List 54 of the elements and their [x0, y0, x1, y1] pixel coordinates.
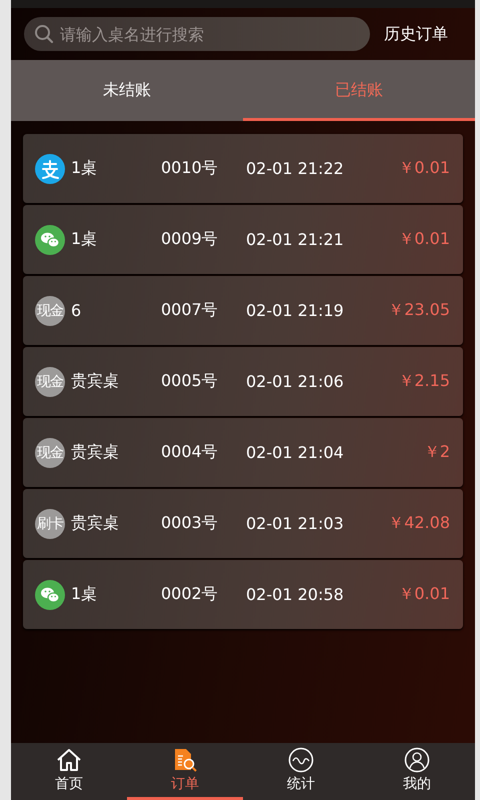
- order-number: 0005号: [161, 371, 219, 392]
- payment-badge: 现金: [35, 296, 65, 326]
- table-name: 1桌: [71, 229, 98, 250]
- order-number: 0010号: [161, 158, 219, 179]
- order-time: 02-01 21:03: [246, 514, 344, 533]
- order-time: 02-01 21:04: [246, 443, 344, 462]
- table-name: 贵宾桌: [71, 371, 120, 392]
- wave-chart-icon: [288, 747, 314, 773]
- table-name: 贵宾桌: [71, 442, 120, 463]
- nav-tab[interactable]: 统计: [243, 743, 359, 800]
- order-card[interactable]: 1桌 0002号 02-01 20:58 ￥0.01: [23, 560, 463, 629]
- order-amount: ￥23.05: [388, 300, 450, 321]
- payment-badge: 现金: [35, 438, 65, 468]
- payment-badge: 刷卡: [35, 508, 65, 538]
- order-time: 02-01 21:21: [246, 230, 344, 249]
- order-amount: ￥0.01: [398, 584, 450, 605]
- history-orders-button[interactable]: 历史订单: [384, 24, 448, 44]
- order-amount: ￥0.01: [398, 158, 450, 179]
- table-name: 1桌: [71, 584, 98, 605]
- chat-bubbles-icon: [35, 224, 65, 254]
- user-icon: [404, 747, 430, 773]
- order-amount: ￥0.01: [398, 229, 450, 250]
- order-number: 0007号: [161, 300, 219, 321]
- nav-tab[interactable]: 订单: [127, 743, 243, 800]
- alipay-icon: [35, 154, 65, 184]
- nav-tab[interactable]: 首页: [11, 743, 127, 800]
- chat-bubbles-icon: [35, 580, 65, 610]
- order-time: 02-01 21:06: [246, 372, 344, 391]
- order-number: 0002号: [161, 584, 219, 605]
- table-name: 1桌: [71, 158, 98, 179]
- order-number: 0004号: [161, 442, 219, 463]
- table-name: 6: [71, 301, 82, 320]
- nav-tab[interactable]: 我的: [359, 743, 475, 800]
- order-number: 0003号: [161, 513, 219, 534]
- home-icon: [56, 747, 82, 773]
- search-icon: [34, 24, 54, 44]
- order-number: 0009号: [161, 229, 219, 250]
- order-time: 02-01 21:22: [246, 159, 344, 178]
- order-amount: ￥42.08: [388, 513, 450, 534]
- order-card[interactable]: 1桌 0010号 02-01 21:22 ￥0.01: [23, 134, 463, 203]
- order-card[interactable]: 现金 贵宾桌 0004号 02-01 21:04 ￥2: [23, 418, 463, 487]
- payment-badge: 现金: [35, 366, 65, 396]
- order-card[interactable]: 现金 6 0007号 02-01 21:19 ￥23.05: [23, 276, 463, 345]
- order-time: 02-01 21:19: [246, 301, 344, 320]
- order-amount: ￥2: [424, 442, 450, 463]
- order-card[interactable]: 刷卡 贵宾桌 0003号 02-01 21:03 ￥42.08: [23, 489, 463, 558]
- order-amount: ￥2.15: [398, 371, 450, 392]
- order-card[interactable]: 现金 贵宾桌 0005号 02-01 21:06 ￥2.15: [23, 347, 463, 416]
- order-time: 02-01 20:58: [246, 585, 344, 604]
- search-field[interactable]: 请输入桌名进行搜索: [24, 17, 370, 51]
- table-name: 贵宾桌: [71, 513, 120, 534]
- tab[interactable]: 未结账: [11, 60, 243, 121]
- order-card[interactable]: 1桌 0009号 02-01 21:21 ￥0.01: [23, 205, 463, 274]
- document-search-icon: [172, 747, 198, 773]
